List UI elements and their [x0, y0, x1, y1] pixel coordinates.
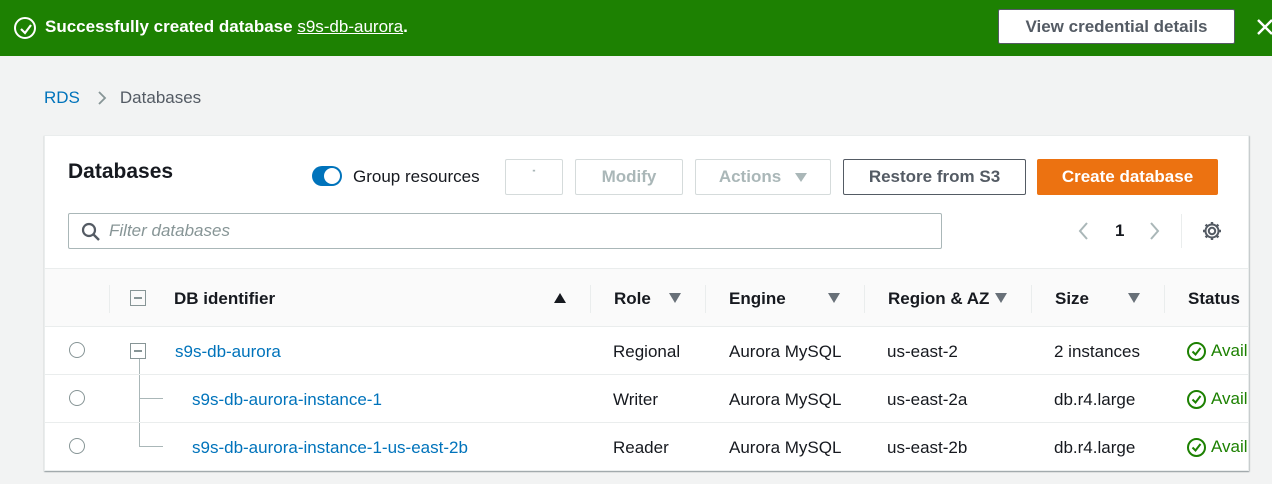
- search-icon: [81, 222, 100, 241]
- success-flash-banner: Successfully created database s9s-db-aur…: [0, 0, 1272, 56]
- size-cell: 2 instances: [1054, 342, 1140, 361]
- close-icon[interactable]: [1255, 16, 1272, 38]
- row-select-radio[interactable]: [69, 390, 85, 406]
- chevron-right-icon[interactable]: [1149, 221, 1161, 246]
- breadcrumb-current: Databases: [119, 88, 202, 107]
- status-cell: Avail: [1187, 341, 1248, 361]
- status-text: Avail: [1211, 389, 1248, 408]
- status-ok-icon: [1187, 341, 1206, 361]
- region-cell: us-east-2b: [887, 438, 968, 457]
- actions-label: Actions: [718, 167, 782, 186]
- engine-cell: Aurora MySQL: [729, 342, 842, 361]
- sort-icon[interactable]: [828, 293, 840, 303]
- db-identifier-link[interactable]: s9s-db-aurora-instance-1-us-east-2b: [192, 438, 468, 458]
- col-db-identifier[interactable]: DB identifier: [174, 289, 275, 309]
- filter-field: [68, 213, 942, 249]
- table-header: DB identifier Role Engine Region & AZ Si…: [45, 268, 1248, 327]
- table-row[interactable]: s9s-db-aurora-instance-1-us-east-2b Read…: [45, 423, 1248, 470]
- chevron-left-icon[interactable]: [1077, 221, 1089, 246]
- table-row[interactable]: s9s-db-aurora-instance-1 Writer Aurora M…: [45, 375, 1248, 423]
- db-identifier-link[interactable]: s9s-db-aurora: [175, 342, 281, 362]
- col-engine[interactable]: Engine: [729, 289, 786, 309]
- region-cell: us-east-2a: [887, 390, 968, 409]
- col-size[interactable]: Size: [1055, 289, 1089, 309]
- row-select-radio[interactable]: [69, 438, 85, 454]
- role-cell: Regional: [613, 342, 681, 361]
- status-cell: Avail: [1187, 389, 1248, 409]
- column-divider: [1164, 285, 1165, 313]
- sort-ascending-icon[interactable]: [554, 293, 566, 303]
- flash-message-suffix: .: [403, 17, 408, 36]
- caret-down-icon: [795, 172, 808, 182]
- chevron-right-icon: [96, 90, 108, 106]
- engine-cell: Aurora MySQL: [729, 390, 842, 409]
- engine-cell: Aurora MySQL: [729, 438, 842, 457]
- collapse-all-icon[interactable]: [130, 290, 146, 306]
- column-divider: [590, 285, 591, 313]
- collapse-icon[interactable]: [130, 343, 146, 359]
- modify-button[interactable]: Modify: [575, 159, 683, 195]
- role-cell: Writer: [613, 390, 659, 409]
- status-ok-icon: [1187, 389, 1206, 409]
- status-text: Avail: [1211, 341, 1248, 360]
- group-resources-toggle[interactable]: [312, 166, 342, 186]
- status-cell: Avail: [1187, 437, 1248, 457]
- status-ok-icon: [1187, 437, 1206, 457]
- actions-button[interactable]: Actions: [695, 159, 831, 195]
- flash-message: Successfully created database s9s-db-aur…: [45, 17, 408, 37]
- filter-databases-input[interactable]: [109, 218, 929, 244]
- row-select-radio[interactable]: [69, 342, 85, 358]
- column-divider: [109, 285, 110, 313]
- col-region-az[interactable]: Region & AZ: [888, 289, 989, 309]
- table-row[interactable]: s9s-db-aurora Regional Aurora MySQL us-e…: [45, 327, 1248, 375]
- column-divider: [864, 285, 865, 313]
- col-status[interactable]: Status: [1188, 289, 1240, 309]
- column-divider: [705, 285, 706, 313]
- databases-panel: Databases Group resources ˙ Modify Actio…: [44, 135, 1249, 471]
- refresh-button[interactable]: ˙: [505, 159, 563, 195]
- success-check-icon: [14, 17, 36, 39]
- role-cell: Reader: [613, 438, 669, 457]
- status-text: Avail: [1211, 437, 1248, 456]
- sort-icon[interactable]: [669, 293, 681, 303]
- sort-icon[interactable]: [1128, 293, 1140, 303]
- size-cell: db.r4.large: [1054, 390, 1136, 409]
- breadcrumb-rds-link[interactable]: RDS: [44, 88, 80, 108]
- region-cell: us-east-2: [887, 342, 958, 361]
- flash-db-link[interactable]: s9s-db-aurora: [297, 17, 403, 36]
- panel-title: Databases: [68, 160, 174, 183]
- page-number[interactable]: 1: [1115, 221, 1124, 241]
- pager-divider: [1181, 214, 1182, 248]
- group-resources-label: Group resources: [353, 167, 480, 186]
- column-divider: [1031, 285, 1032, 313]
- create-database-button[interactable]: Create database: [1037, 159, 1218, 195]
- flash-message-text: Successfully created database: [45, 17, 293, 36]
- col-role[interactable]: Role: [614, 289, 651, 309]
- breadcrumb: RDS Databases: [44, 88, 201, 108]
- view-credential-details-button[interactable]: View credential details: [998, 9, 1235, 44]
- db-identifier-link[interactable]: s9s-db-aurora-instance-1: [192, 390, 382, 410]
- settings-gear-icon[interactable]: [1201, 220, 1223, 247]
- sort-icon[interactable]: [995, 293, 1007, 303]
- size-cell: db.r4.large: [1054, 438, 1136, 457]
- restore-from-s3-button[interactable]: Restore from S3: [843, 159, 1026, 195]
